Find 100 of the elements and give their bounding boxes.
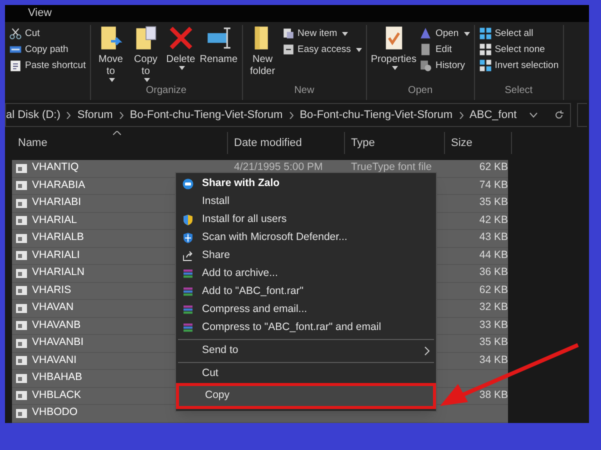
menu-item[interactable]: Install xyxy=(176,193,436,211)
font-file-icon xyxy=(16,216,27,226)
font-file-icon xyxy=(16,338,27,348)
chevron-down-icon[interactable] xyxy=(528,112,538,118)
ribbon-button[interactable]: New folder xyxy=(246,25,279,84)
breadcrumb[interactable]: Sforum xyxy=(77,106,113,124)
font-file-icon xyxy=(16,198,27,208)
font-file-icon xyxy=(16,286,27,296)
ribbon-button[interactable]: Select none xyxy=(478,43,559,56)
menu-item[interactable]: Compress and email... xyxy=(176,301,436,319)
ribbon-button[interactable]: Easy access xyxy=(282,43,362,56)
file-name: VHARIALI xyxy=(32,248,80,263)
new-item-icon xyxy=(282,27,295,40)
ribbon-button[interactable]: Copy path xyxy=(9,43,86,56)
file-name: VHAVAN xyxy=(32,300,74,316)
ribbon-group-label: New xyxy=(293,84,316,98)
ribbon-button[interactable]: Edit xyxy=(419,43,470,56)
file-size: 36 KB xyxy=(478,265,508,280)
menu-item[interactable]: Add to archive... xyxy=(176,265,436,283)
ribbon-tab[interactable]: View xyxy=(25,6,55,21)
books-icon xyxy=(182,268,194,280)
delete-icon xyxy=(168,25,194,51)
font-file-icon xyxy=(16,251,27,260)
ribbon-group-label: Organize xyxy=(144,84,188,98)
menu-item[interactable]: Install for all users xyxy=(176,211,436,229)
menu-item[interactable]: Add to "ABC_font.rar" xyxy=(176,283,436,301)
ribbon-button[interactable]: Rename xyxy=(200,25,238,84)
chevron-right-icon xyxy=(66,112,72,118)
ribbon-button[interactable]: Select all xyxy=(478,27,559,40)
ribbon-group-label: Select xyxy=(504,84,534,98)
file-size: 43 KB xyxy=(478,230,508,246)
ribbon-button[interactable]: Properties xyxy=(370,25,416,84)
scissors-icon xyxy=(9,27,22,40)
ribbon-button[interactable]: Open xyxy=(419,27,470,40)
column-header[interactable]: Type xyxy=(345,132,445,154)
file-size: 33 KB xyxy=(478,318,508,333)
file-name: VHARIALN xyxy=(32,265,85,280)
file-name: VHBAHAB xyxy=(32,370,82,386)
breadcrumb[interactable]: al Disk (D:) xyxy=(6,106,60,124)
font-file-icon xyxy=(16,391,27,400)
menu-item[interactable]: Copy xyxy=(176,383,436,409)
menu-item[interactable]: Cut xyxy=(176,365,436,383)
column-header[interactable]: Size xyxy=(445,132,512,154)
file-name: VHARIABI xyxy=(32,195,82,210)
file-name: VHBODO xyxy=(32,405,78,420)
font-file-icon xyxy=(16,374,27,383)
shield-icon xyxy=(182,232,194,244)
share-icon xyxy=(182,250,194,262)
file-name: VHARIS xyxy=(32,282,72,298)
books-icon xyxy=(182,304,194,316)
file-name: VHANTIQ xyxy=(32,160,79,176)
refresh-icon[interactable] xyxy=(554,110,564,120)
search-field[interactable] xyxy=(576,103,587,127)
ribbon-button[interactable]: Move to xyxy=(94,25,127,84)
menu-item[interactable]: Send to xyxy=(176,342,436,360)
ribbon-button[interactable]: Copy to xyxy=(130,25,162,84)
menu-item[interactable]: Share with Zalo xyxy=(176,175,436,193)
font-file-icon xyxy=(16,408,27,418)
select-none-icon xyxy=(478,43,492,56)
font-file-icon xyxy=(16,268,27,278)
ribbon-button[interactable]: New item xyxy=(282,27,362,40)
clipboard-icon xyxy=(9,59,22,72)
shield-icon xyxy=(182,214,194,226)
chevron-right-icon xyxy=(288,112,294,118)
font-file-icon xyxy=(16,181,27,190)
ribbon-button[interactable]: Cut xyxy=(9,27,86,40)
file-size: 42 KB xyxy=(478,212,508,228)
chevron-right-icon xyxy=(458,112,464,118)
breadcrumb[interactable]: Bo-Font-chu-Tieng-Viet-Sforum xyxy=(300,106,453,124)
file-type: TrueType font file xyxy=(350,160,433,176)
rename-icon xyxy=(206,25,232,51)
file-name: VHAVANB xyxy=(32,318,81,333)
file-size: 44 KB xyxy=(478,248,508,263)
file-name: VHARIALB xyxy=(32,230,84,246)
ribbon-button[interactable]: Delete xyxy=(164,25,197,84)
file-name: VHARABIA xyxy=(32,178,86,193)
file-name: VHARIAL xyxy=(32,212,77,228)
ribbon-button[interactable]: Invert selection xyxy=(478,59,559,72)
breadcrumb[interactable]: ABC_font xyxy=(470,106,517,124)
file-name: VHBLACK xyxy=(32,388,82,403)
file-size: 62 KB xyxy=(478,282,508,298)
ribbon-button[interactable]: History xyxy=(419,59,470,72)
select-all-icon xyxy=(478,27,492,40)
file-size: 35 KB xyxy=(478,335,508,350)
file-date: 4/21/1995 5:00 PM xyxy=(233,160,324,176)
chevron-right-icon xyxy=(118,112,124,118)
font-file-icon xyxy=(16,234,27,243)
column-header[interactable]: Date modified xyxy=(228,132,345,154)
column-header[interactable]: Name xyxy=(12,132,228,154)
menu-item[interactable]: Share xyxy=(176,247,436,265)
menu-item[interactable]: Scan with Microsoft Defender... xyxy=(176,229,436,247)
ribbon-button[interactable]: Paste shortcut xyxy=(9,59,86,72)
document-icon xyxy=(419,43,432,56)
address-bar[interactable]: al Disk (D:) Sforum Bo-Font-chu-Tieng-Viet-Sforum Bo-Font-chu-Tieng-Viet-Sforum ABC_font xyxy=(5,103,571,127)
menu-item[interactable]: Compress to "ABC_font.rar" and email xyxy=(176,319,436,337)
books-icon xyxy=(182,322,194,334)
ribbon-group-label: Open xyxy=(407,84,434,98)
font-file-icon xyxy=(16,321,27,330)
chat-bubble-icon xyxy=(182,178,194,190)
breadcrumb[interactable]: Bo-Font-chu-Tieng-Viet-Sforum xyxy=(130,106,283,124)
